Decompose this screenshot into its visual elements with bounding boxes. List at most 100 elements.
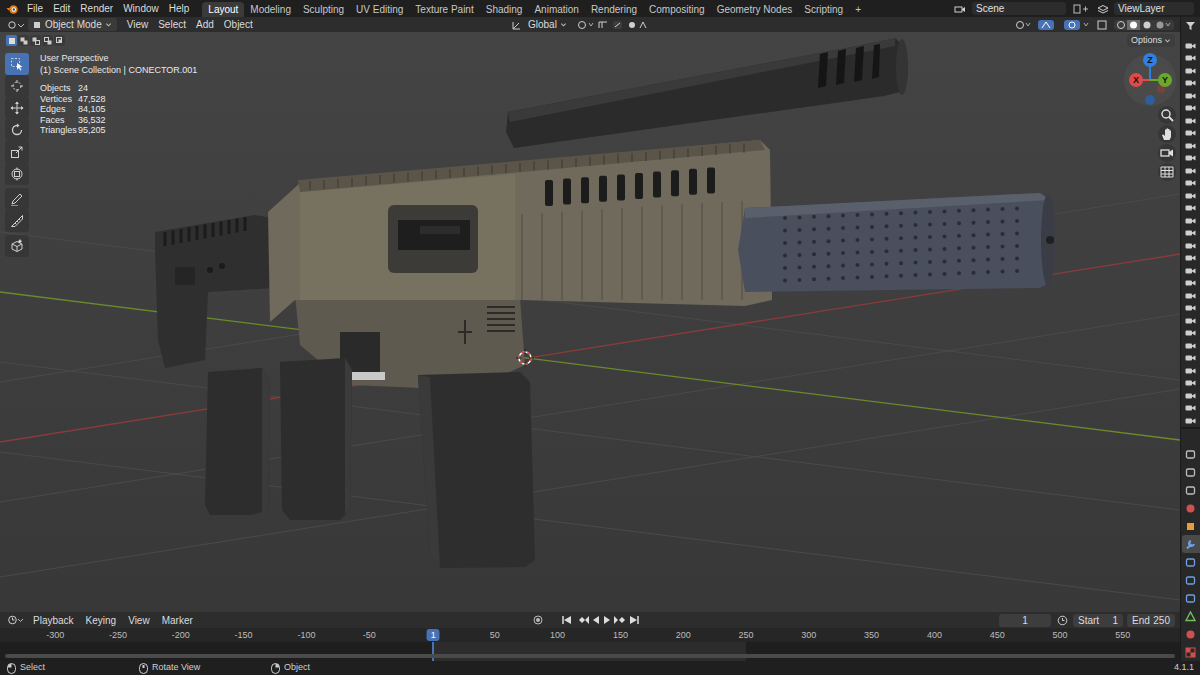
properties-tab[interactable] xyxy=(1182,517,1200,535)
end-frame[interactable]: 250 xyxy=(1153,613,1170,628)
workspace-tab[interactable]: UV Editing xyxy=(350,2,409,17)
workspace-tab[interactable]: Sculpting xyxy=(297,2,350,17)
render-visibility-icon[interactable] xyxy=(1183,128,1199,140)
constraints-tab-icon[interactable] xyxy=(1185,593,1196,604)
view-layer-name[interactable]: ViewLayer xyxy=(1118,1,1165,16)
render-visibility-icon[interactable] xyxy=(1183,378,1199,390)
render-visibility-icon[interactable] xyxy=(1183,328,1199,340)
workspace-tab[interactable]: Scripting xyxy=(798,2,849,17)
zoom-icon[interactable] xyxy=(1158,106,1176,124)
playhead[interactable]: 1 xyxy=(427,629,440,641)
render-visibility-icon[interactable] xyxy=(1183,253,1199,265)
x-label[interactable]: X xyxy=(1133,76,1139,85)
particles-tab-icon[interactable] xyxy=(1185,557,1196,568)
workspace-tab[interactable]: Rendering xyxy=(585,2,643,17)
z-label[interactable]: Z xyxy=(1147,56,1153,65)
timeline-menu[interactable]: Playback xyxy=(28,613,79,628)
scale-tool-icon[interactable] xyxy=(10,145,24,159)
menu-item[interactable]: Render xyxy=(75,0,118,17)
workspace-label[interactable]: Animation xyxy=(534,4,578,15)
end-label[interactable]: End xyxy=(1132,613,1150,628)
menu-item[interactable]: Help xyxy=(164,0,195,17)
tool-button[interactable] xyxy=(5,235,29,257)
render-visibility-icon[interactable] xyxy=(1183,90,1199,102)
world-tab-icon[interactable] xyxy=(1185,503,1196,514)
workspace-tab[interactable]: Shading xyxy=(480,2,529,17)
current-frame-field[interactable]: 1 xyxy=(999,614,1051,627)
render-visibility-icon[interactable] xyxy=(1183,390,1199,402)
render-visibility-icon[interactable] xyxy=(1183,153,1199,165)
menu-item[interactable]: Window xyxy=(118,0,164,17)
end-frame-field[interactable]: End250 xyxy=(1127,614,1175,627)
3d-viewport[interactable]: User Perspective(1) Scene Collection | C… xyxy=(0,32,1180,612)
grid-perspective-icon[interactable] xyxy=(1158,163,1176,181)
add-cube-tool-icon[interactable] xyxy=(10,239,24,253)
start-frame-field[interactable]: Start1 xyxy=(1073,614,1123,627)
properties-tab[interactable] xyxy=(1182,553,1200,571)
tool-button[interactable] xyxy=(5,188,29,210)
properties-tab[interactable] xyxy=(1182,445,1200,463)
workspace-tab[interactable]: Texture Paint xyxy=(409,2,479,17)
tool-button[interactable] xyxy=(5,53,29,75)
render-visibility-icon[interactable] xyxy=(1183,203,1199,215)
workspace-tab[interactable]: Compositing xyxy=(643,2,711,17)
selection-mode-button[interactable] xyxy=(54,35,65,46)
render-visibility-icon[interactable] xyxy=(1183,190,1199,202)
data-tab-icon[interactable] xyxy=(1185,611,1196,622)
render-visibility-icon[interactable] xyxy=(1183,215,1199,227)
selection-mode-button[interactable] xyxy=(30,35,41,46)
selection-mode-button[interactable] xyxy=(18,35,29,46)
x-axis[interactable]: X xyxy=(1129,73,1143,87)
y-axis[interactable]: Y xyxy=(1158,73,1172,87)
view-layer-icon[interactable] xyxy=(1096,2,1110,15)
options-button[interactable]: Options xyxy=(1127,34,1175,47)
pan-hand-icon[interactable] xyxy=(1158,125,1176,143)
workspace-label[interactable]: Scripting xyxy=(804,4,843,15)
viewport-scene[interactable] xyxy=(0,32,1180,612)
render-visibility-icon[interactable] xyxy=(1183,78,1199,90)
cursor-tool-icon[interactable] xyxy=(10,79,24,93)
mode-label[interactable]: Object Mode xyxy=(45,17,102,32)
playhead-frame[interactable]: 1 xyxy=(431,630,436,640)
render-visibility-icon[interactable] xyxy=(1183,53,1199,65)
render-visibility-icon[interactable] xyxy=(1183,40,1199,52)
timeline-scrollbar[interactable] xyxy=(5,654,1175,658)
workspace-tab[interactable]: Animation xyxy=(528,2,584,17)
workspace-label[interactable]: Shading xyxy=(486,4,523,15)
splitter[interactable] xyxy=(1181,427,1200,429)
properties-tab[interactable] xyxy=(1182,463,1200,481)
start-label[interactable]: Start xyxy=(1078,613,1099,628)
workspace-tab[interactable]: Modeling xyxy=(244,2,297,17)
workspace-label[interactable]: Rendering xyxy=(591,4,637,15)
render-visibility-icon[interactable] xyxy=(1183,340,1199,352)
physics-tab-icon[interactable] xyxy=(1185,575,1196,586)
viewport-menu[interactable]: View xyxy=(123,17,153,32)
transform-tool-icon[interactable] xyxy=(10,167,24,181)
move-tool-icon[interactable] xyxy=(10,101,24,115)
tool-tab-icon[interactable] xyxy=(1185,449,1196,460)
render-tab-icon[interactable] xyxy=(1185,467,1196,478)
render-visibility-icon[interactable] xyxy=(1183,403,1199,415)
render-visibility-icon[interactable] xyxy=(1183,315,1199,327)
navigation-gizmo[interactable]: Z X Y xyxy=(1120,50,1180,114)
workspace-label[interactable]: Compositing xyxy=(649,4,705,15)
properties-tab[interactable] xyxy=(1182,535,1200,553)
menu-item[interactable]: Edit xyxy=(48,0,75,17)
render-visibility-icon[interactable] xyxy=(1183,115,1199,127)
new-scene-icon[interactable] xyxy=(1070,2,1092,15)
timeline-menu[interactable]: Marker xyxy=(157,613,198,628)
tool-button[interactable] xyxy=(5,75,29,97)
workspace-tab[interactable]: Geometry Nodes xyxy=(711,2,799,17)
viewport-menu[interactable]: Add xyxy=(192,17,218,32)
timeline-menu[interactable]: View xyxy=(123,613,155,628)
render-visibility-icon[interactable] xyxy=(1183,365,1199,377)
workspace-label[interactable]: Modeling xyxy=(250,4,291,15)
camera-view-icon[interactable] xyxy=(1158,144,1176,162)
properties-tab[interactable] xyxy=(1182,499,1200,517)
tool-button[interactable] xyxy=(5,141,29,163)
tool-button[interactable] xyxy=(5,119,29,141)
viewport-menu[interactable]: Object xyxy=(220,17,257,32)
orientation-label[interactable]: Global xyxy=(528,17,557,32)
editor-type-icon[interactable] xyxy=(6,18,26,31)
render-visibility-icon[interactable] xyxy=(1183,65,1199,77)
